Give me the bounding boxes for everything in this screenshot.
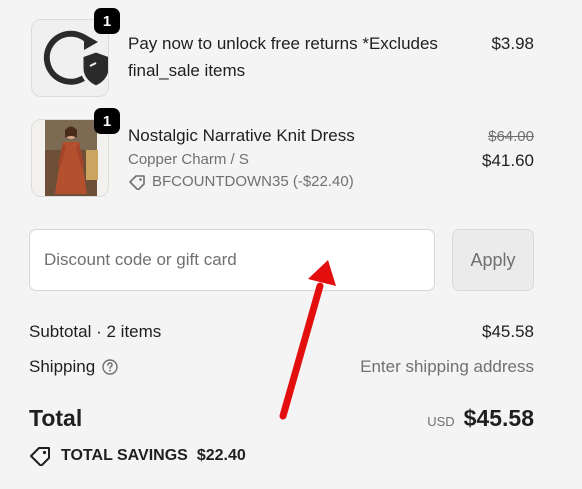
total-label: Total (29, 405, 83, 431)
item-price: $3.98 (491, 34, 534, 53)
returns-protection-thumbnail: 1 (31, 8, 120, 97)
savings-value: $22.40 (196, 447, 246, 464)
product-thumbnail: 1 (31, 108, 120, 197)
item-discount: BFCOUNTDOWN35 (-$22.40) (128, 173, 354, 190)
shipping-label: Shipping (29, 357, 96, 376)
total-savings: TOTAL SAVINGS $22.40 (29, 446, 246, 466)
currency-code: USD (427, 414, 455, 429)
help-icon[interactable] (102, 359, 118, 375)
shipping-value: Enter shipping address (360, 357, 534, 376)
quantity-badge: 1 (94, 8, 120, 34)
apply-discount-button[interactable]: Apply (452, 229, 534, 291)
original-price: $64.00 (488, 128, 534, 145)
subtotal-value: $45.58 (482, 322, 534, 341)
quantity-badge: 1 (94, 108, 120, 134)
tag-icon (30, 447, 50, 466)
item-price: $41.60 (482, 151, 534, 170)
subtotal-label: Subtotal · 2 items (29, 322, 162, 341)
total-value: $45.58 (463, 405, 534, 431)
item-variant: Copper Charm / S (128, 151, 249, 168)
item-title: Nostalgic Narrative Knit Dress (128, 126, 355, 145)
total-amount: USD $45.58 (427, 405, 534, 432)
tag-icon (129, 174, 145, 190)
discount-code-input[interactable] (29, 229, 435, 291)
savings-label: TOTAL SAVINGS (61, 447, 188, 464)
shipping-row: Shipping (29, 357, 118, 377)
item-title: Pay now to unlock free returns *Excludes… (128, 34, 438, 80)
discount-code-text: BFCOUNTDOWN35 (-$22.40) (152, 173, 354, 190)
